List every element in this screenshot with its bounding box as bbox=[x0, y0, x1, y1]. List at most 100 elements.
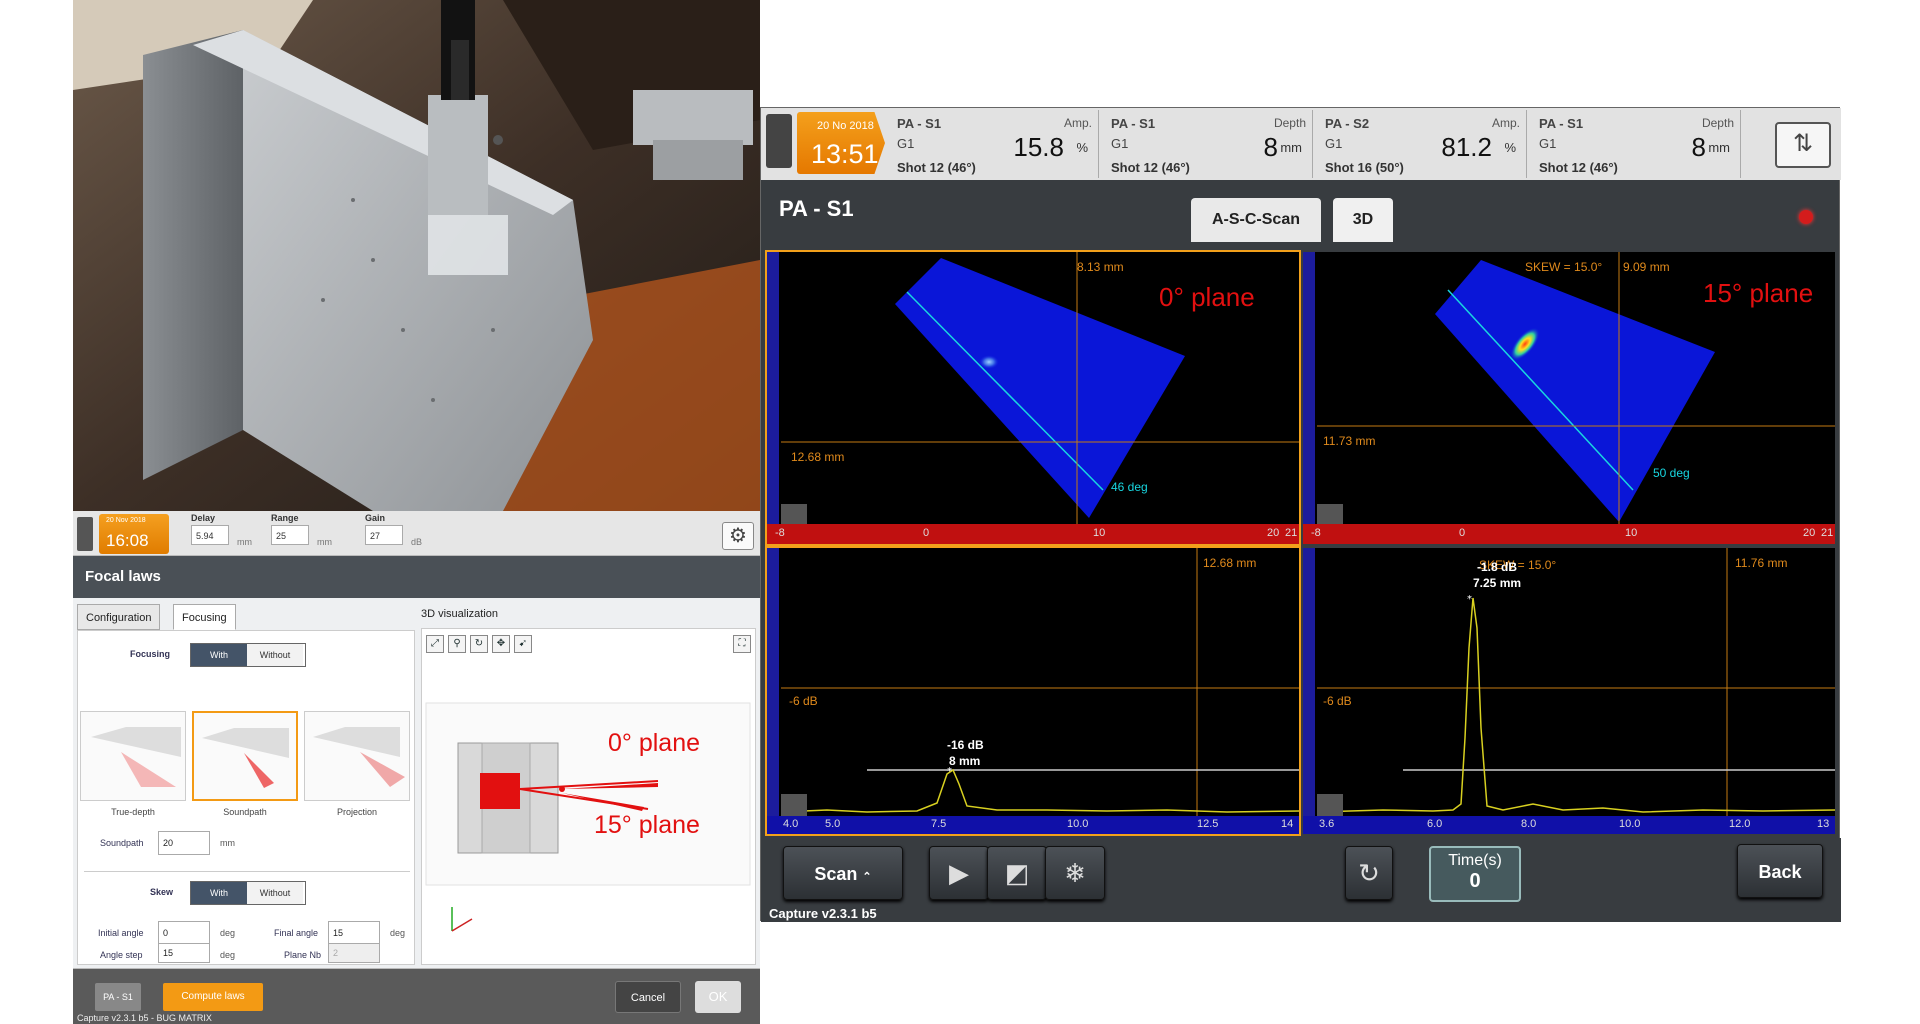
tab-focusing[interactable]: Focusing bbox=[173, 604, 236, 630]
axis-tick: -8 bbox=[775, 527, 785, 539]
initial-angle-input[interactable]: 0 bbox=[158, 921, 210, 945]
range-label: Range bbox=[271, 513, 299, 523]
delay-input[interactable]: 5.94 bbox=[191, 525, 229, 545]
divider bbox=[84, 871, 410, 872]
move-icon[interactable]: ✥ bbox=[492, 635, 510, 653]
camera-icon[interactable]: ◩ bbox=[987, 846, 1047, 900]
initial-angle-label: Initial angle bbox=[98, 928, 144, 938]
axis-tick: 7.5 bbox=[931, 818, 947, 830]
skew-toggle[interactable]: With Without bbox=[190, 881, 306, 905]
focusing-toggle[interactable]: With Without bbox=[190, 643, 306, 667]
right-time: 13:51 bbox=[811, 139, 879, 169]
ascan-0-plane[interactable]: * 12.68 mm -6 dB -16 dB 8 mm 4.0 5.0 7.5… bbox=[765, 546, 1301, 836]
plane-nb-label: Plane Nb bbox=[284, 950, 322, 960]
status-led bbox=[1799, 210, 1813, 224]
rotate-icon[interactable]: ↻ bbox=[470, 635, 488, 653]
capture-app: 20 No 2018 13:51 PA - S1 Amp. G1 15.8 % … bbox=[760, 107, 1841, 922]
freeze-icon[interactable]: ❄ bbox=[1045, 846, 1105, 900]
focusing-with[interactable]: With bbox=[191, 644, 247, 666]
svg-text:*: * bbox=[1467, 594, 1472, 605]
caption-soundpath: Soundpath bbox=[223, 807, 267, 817]
swap-icon[interactable]: ⇅ bbox=[1775, 122, 1831, 168]
range-input[interactable]: 25 bbox=[271, 525, 309, 545]
ascan-15-plane[interactable]: * SKEW = 15.0° 11.76 mm -6 dB -1.8 dB 7.… bbox=[1303, 548, 1835, 834]
zoom-icon[interactable]: ⚲ bbox=[448, 635, 466, 653]
time-label: Time(s) bbox=[1448, 852, 1502, 869]
depth-label: 12.68 mm bbox=[1203, 556, 1257, 570]
right-date: 20 No 2018 bbox=[817, 120, 874, 132]
final-angle-label: Final angle bbox=[274, 928, 319, 938]
measure-4[interactable]: PA - S1 Depth G1 8 mm Shot 12 (46°) bbox=[1531, 110, 1741, 178]
skew-with[interactable]: With bbox=[191, 882, 247, 904]
battery-icon bbox=[766, 114, 792, 168]
measure-gate: G1 bbox=[1325, 136, 1343, 151]
back-button[interactable]: Back bbox=[1737, 844, 1823, 898]
fullscreen-icon[interactable]: ⛶ bbox=[733, 635, 751, 653]
thumb-soundpath[interactable] bbox=[192, 711, 298, 801]
peak-db: -16 dB bbox=[947, 738, 984, 752]
axis-tick: 20 bbox=[1803, 527, 1816, 539]
gain-label: Gain bbox=[365, 513, 386, 523]
sscan-0-plane[interactable]: 8.13 mm 12.68 mm 46 deg 0° plane -8 0 10… bbox=[765, 250, 1301, 546]
axis-tick: 3.6 bbox=[1319, 818, 1335, 830]
gain-unit: dB bbox=[411, 537, 423, 547]
gain-input[interactable]: 27 bbox=[365, 525, 403, 545]
scan-button[interactable]: Scan ⌃ bbox=[783, 846, 903, 900]
measure-unit: % bbox=[1504, 140, 1516, 155]
angle-step-unit: deg bbox=[220, 950, 236, 960]
compute-laws-button[interactable]: Compute laws bbox=[163, 983, 263, 1011]
focusing-without[interactable]: Without bbox=[247, 644, 303, 666]
thumb-true-depth[interactable] bbox=[80, 711, 186, 801]
cancel-button[interactable]: Cancel bbox=[615, 981, 681, 1013]
skew-label: SKEW = 15.0° bbox=[1525, 260, 1603, 274]
measure-name: PA - S1 bbox=[897, 116, 942, 131]
measure-2[interactable]: PA - S1 Depth G1 8 mm Shot 12 (46°) bbox=[1103, 110, 1313, 178]
time-counter: Time(s) 0 bbox=[1429, 846, 1521, 902]
final-angle-input[interactable]: 15 bbox=[328, 921, 380, 945]
skew-without[interactable]: Without bbox=[247, 882, 303, 904]
delay-label: Delay bbox=[191, 513, 216, 523]
measure-value: 15.8 bbox=[1013, 132, 1064, 162]
play-icon[interactable]: ▶ bbox=[929, 846, 989, 900]
measure-unit: mm bbox=[1280, 140, 1302, 155]
measurement-bar: 20 No 2018 13:51 PA - S1 Amp. G1 15.8 % … bbox=[761, 108, 1841, 180]
gear-icon[interactable]: ⚙ bbox=[722, 522, 754, 550]
soundpath-input[interactable]: 20 bbox=[158, 831, 210, 855]
pa-s1-button[interactable]: PA - S1 bbox=[95, 983, 141, 1011]
thumb-projection[interactable] bbox=[304, 711, 410, 801]
axis-tick: 5.0 bbox=[825, 818, 841, 830]
axis-tick: 4.0 bbox=[783, 818, 799, 830]
caption-true-depth: True-depth bbox=[111, 807, 155, 817]
left-clock: 20 Nov 2018 16:08 bbox=[99, 514, 169, 554]
soundpath-label: Soundpath bbox=[100, 838, 144, 848]
tab-configuration[interactable]: Configuration bbox=[77, 604, 161, 630]
measure-unit: mm bbox=[1708, 140, 1730, 155]
fit-icon[interactable]: ⤢ bbox=[426, 635, 444, 653]
angle-step-label: Angle step bbox=[100, 950, 143, 960]
measure-type: Depth bbox=[1273, 116, 1306, 130]
3d-visualization: ⤢ ⚲ ↻ ✥ ➹ ⛶ 0° plane 15° plane bbox=[421, 628, 756, 965]
measure-1[interactable]: PA - S1 Amp. G1 15.8 % Shot 12 (46°) bbox=[889, 110, 1099, 178]
axis-tick: 10.0 bbox=[1067, 818, 1089, 830]
axis-tick: 12.0 bbox=[1729, 818, 1751, 830]
plane-nb-input: 2 bbox=[328, 943, 380, 963]
left-status-bar: 20 Nov 2018 16:08 Delay 5.94 mm Range 25… bbox=[73, 511, 760, 556]
tab-asc-scan[interactable]: A-S-C-Scan bbox=[1191, 198, 1321, 242]
measure-unit: % bbox=[1076, 140, 1088, 155]
focal-laws-title: Focal laws bbox=[73, 556, 760, 598]
angle-step-input[interactable]: 15 bbox=[158, 943, 210, 963]
angle-label: 50 deg bbox=[1653, 466, 1690, 480]
hline-label: 12.68 mm bbox=[791, 450, 845, 464]
tab-3d[interactable]: 3D bbox=[1333, 198, 1393, 242]
right-clock: 20 No 2018 13:51 bbox=[797, 112, 885, 174]
left-version: Capture v2.3.1 b5 - BUG MATRIX bbox=[77, 1013, 212, 1023]
sscan-15-plane[interactable]: SKEW = 15.0° 9.09 mm 11.73 mm 50 deg 15°… bbox=[1303, 252, 1835, 544]
pointer-icon[interactable]: ➹ bbox=[514, 635, 532, 653]
axis-tick: 12.5 bbox=[1197, 818, 1219, 830]
reset-icon[interactable]: ↻ bbox=[1345, 846, 1393, 900]
measure-value: 8 bbox=[1263, 132, 1278, 162]
peak-db: -1.8 dB bbox=[1477, 560, 1518, 574]
measure-3[interactable]: PA - S2 Amp. G1 81.2 % Shot 16 (50°) bbox=[1317, 110, 1527, 178]
depth-label: 8.13 mm bbox=[1077, 260, 1124, 274]
ok-button[interactable]: OK bbox=[695, 981, 741, 1013]
